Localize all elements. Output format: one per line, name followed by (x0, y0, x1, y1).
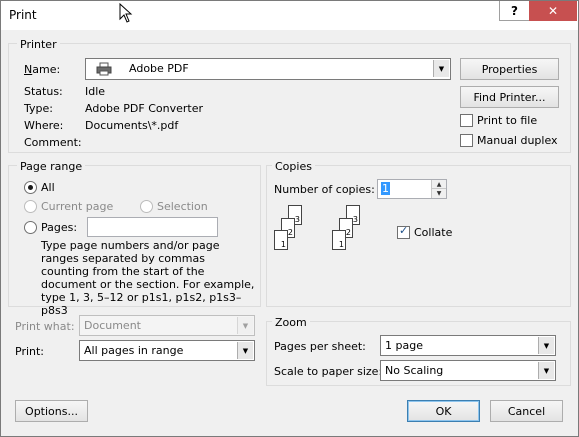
all-radio[interactable] (24, 181, 37, 194)
chevron-down-icon[interactable]: ▼ (433, 60, 449, 77)
copies-group-label: Copies (272, 160, 315, 173)
print-what-label: Print what: (15, 320, 75, 333)
print-select[interactable]: All pages in range ▼ (79, 340, 255, 361)
printer-group-label: Printer (17, 38, 60, 51)
page-range-group-label: Page range (17, 160, 86, 173)
collate-label[interactable]: Collate (414, 226, 452, 239)
type-value: Adobe PDF Converter (85, 102, 204, 115)
print-dialog: Print ? ✕ Printer Name: Adobe PDF ▼ Stat… (0, 0, 579, 437)
page-range-help-text: Type page numbers and/or page ranges sep… (41, 239, 255, 317)
where-label: Where: (24, 119, 64, 132)
scale-to-paper-select[interactable]: No Scaling ▼ (380, 360, 556, 381)
title-bar: Print ? ✕ (1, 1, 578, 30)
number-of-copies-stepper[interactable]: 1 ▲ ▼ (377, 179, 447, 199)
manual-duplex-checkbox[interactable] (460, 134, 473, 147)
where-value: Documents\*.pdf (85, 119, 179, 132)
pages-per-sheet-label: Pages per sheet: (274, 340, 366, 353)
type-label: Type: (24, 102, 53, 115)
find-printer-button[interactable]: Find Printer... (460, 86, 559, 108)
pages-per-sheet-value: 1 page (385, 339, 423, 352)
print-to-file-checkbox[interactable] (460, 114, 473, 127)
print-what-select[interactable]: Document ▼ (79, 315, 255, 336)
selection-label[interactable]: Selection (157, 200, 208, 213)
options-button[interactable]: Options... (15, 400, 88, 422)
manual-duplex-label[interactable]: Manual duplex (477, 134, 558, 147)
properties-button[interactable]: Properties (460, 58, 559, 80)
mouse-cursor-icon (119, 3, 133, 23)
chevron-down-icon[interactable]: ▼ (538, 362, 554, 379)
collate-illustration: 3 2 1 3 2 1 (273, 205, 373, 265)
zoom-group-label: Zoom (272, 316, 310, 329)
selection-radio[interactable] (140, 200, 153, 213)
comment-label: Comment: (24, 136, 82, 149)
ok-button-label: OK (435, 404, 452, 418)
print-value: All pages in range (84, 344, 184, 357)
collate-checkbox[interactable]: ✓ (397, 224, 410, 239)
options-button-label: Options... (25, 404, 78, 418)
pages-label[interactable]: Pages: (41, 221, 77, 234)
help-button[interactable]: ? (499, 1, 530, 21)
ok-button[interactable]: OK (407, 400, 480, 422)
chevron-down-icon[interactable]: ▼ (237, 342, 253, 359)
properties-button-label: Properties (481, 62, 538, 76)
current-page-radio[interactable] (24, 200, 37, 213)
current-page-label[interactable]: Current page (41, 200, 113, 213)
chevron-down-icon[interactable]: ▼ (237, 317, 253, 334)
chevron-down-icon[interactable]: ▼ (538, 337, 554, 354)
close-button[interactable]: ✕ (529, 1, 577, 21)
pages-radio[interactable] (24, 221, 37, 234)
find-printer-button-label: Find Printer... (473, 90, 546, 104)
scale-to-paper-value: No Scaling (385, 364, 444, 377)
number-of-copies-value: 1 (381, 182, 390, 195)
pages-per-sheet-select[interactable]: 1 page ▼ (380, 335, 556, 356)
status-value: Idle (85, 85, 106, 98)
print-what-value: Document (84, 319, 141, 332)
spin-down-icon[interactable]: ▼ (431, 189, 446, 198)
print-label: Print: (15, 345, 45, 358)
spin-up-icon[interactable]: ▲ (431, 180, 446, 189)
printer-icon (96, 62, 112, 76)
scale-to-paper-label: Scale to paper size: (274, 365, 383, 378)
cancel-button-label: Cancel (507, 404, 546, 418)
printer-name-label: Name: (24, 63, 61, 76)
number-of-copies-label: Number of copies: (274, 183, 375, 196)
cancel-button[interactable]: Cancel (490, 400, 563, 422)
all-label[interactable]: All (41, 181, 55, 194)
window-title: Print (9, 8, 37, 22)
print-to-file-label[interactable]: Print to file (477, 114, 537, 127)
printer-name-value: Adobe PDF (129, 62, 189, 75)
status-label: Status: (24, 85, 63, 98)
printer-name-select[interactable]: Adobe PDF ▼ (85, 58, 451, 80)
pages-input[interactable] (87, 217, 218, 237)
